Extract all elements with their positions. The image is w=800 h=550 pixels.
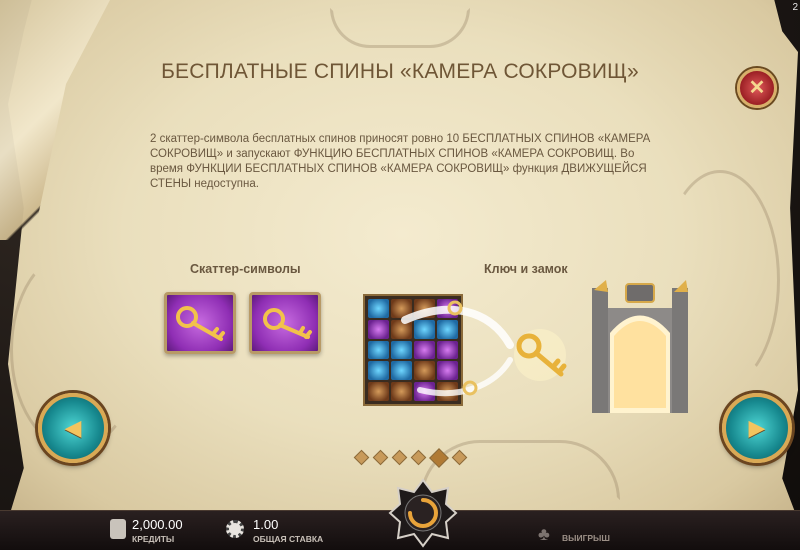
arrow-left-icon: ◀	[64, 415, 82, 440]
credits-label: КРЕДИТЫ	[132, 534, 175, 544]
reel-symbol-blue	[368, 299, 389, 318]
scatter-symbol-tile	[164, 292, 236, 354]
page-dot[interactable]	[451, 449, 468, 466]
page-dot[interactable]	[391, 449, 408, 466]
key-lock-section-label: Ключ и замок	[484, 262, 568, 276]
credits-display: 2,000.00 КРЕДИТЫ	[132, 517, 183, 544]
bet-label: ОБЩАЯ СТАВКА	[253, 534, 324, 544]
reel-symbol-brown	[368, 382, 389, 401]
reel-symbol-blue	[368, 361, 389, 381]
treasure-vault-door	[592, 280, 688, 413]
golden-key-icon	[514, 329, 567, 381]
page-indicator	[353, 448, 468, 468]
description-text: 2 скаттер-символа бесплатных спинов прин…	[150, 133, 651, 190]
spin-button[interactable]	[388, 478, 458, 548]
reel-symbol-purple	[368, 319, 389, 339]
golden-key-icon	[263, 308, 312, 339]
credits-chips-icon	[110, 519, 126, 539]
page-dot[interactable]	[353, 449, 370, 466]
key-trail-effect	[401, 300, 514, 397]
bet-display[interactable]: 1.00 ОБЩАЯ СТАВКА	[253, 517, 323, 544]
page-number: 2	[792, 2, 798, 13]
win-label: ВЫИГРЫШ	[562, 533, 610, 543]
win-display: ВЫИГРЫШ	[562, 531, 610, 543]
next-page-button[interactable]: ▶	[722, 393, 792, 463]
page-title: БЕСПЛАТНЫЕ СПИНЫ «КАМЕРА СОКРОВИЩ»	[161, 60, 639, 83]
golden-key-icon	[176, 306, 225, 341]
arrow-right-icon: ▶	[748, 415, 766, 440]
bet-coin-icon[interactable]	[226, 520, 244, 538]
page-dot[interactable]	[372, 449, 389, 466]
close-icon: ✕	[748, 77, 766, 99]
reel-symbol-blue	[368, 340, 389, 360]
credits-value: 2,000.00	[132, 517, 183, 532]
page-dot[interactable]	[429, 448, 449, 468]
page-dot[interactable]	[410, 449, 427, 466]
clover-icon: ♣	[538, 524, 550, 544]
close-button[interactable]: ✕	[737, 68, 777, 108]
scatter-section-label: Скаттер-символы	[190, 262, 301, 276]
bet-value: 1.00	[253, 517, 279, 532]
scatter-symbol-tile	[249, 292, 321, 354]
ornament-decoration	[330, 8, 470, 48]
previous-page-button[interactable]: ◀	[38, 393, 108, 463]
